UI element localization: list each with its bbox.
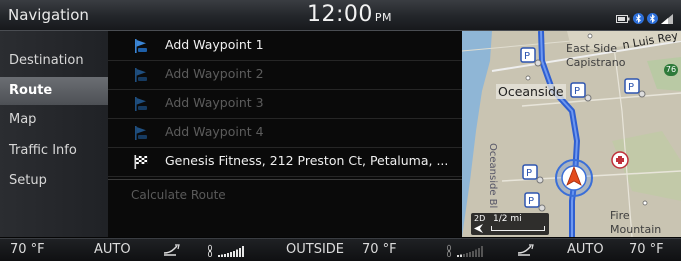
waypoint-flag-icon (133, 38, 149, 54)
route-shield-76: 76 (664, 64, 678, 76)
waypoint-label: Add Waypoint 2 (165, 66, 264, 81)
menu-item-map[interactable]: Map (0, 106, 108, 134)
clock-time: 12:00 (307, 2, 373, 27)
driver-auto-mode[interactable]: AUTO (94, 242, 131, 257)
fan-icon (207, 244, 213, 258)
svg-text:P: P (526, 168, 532, 179)
fan-speed-left[interactable] (205, 244, 253, 261)
outside-temperature: 70 °F (362, 242, 397, 257)
vehicle-position-icon (555, 159, 593, 197)
passenger-auto-mode[interactable]: AUTO (567, 242, 604, 257)
passenger-temperature[interactable]: 70 °F (629, 242, 664, 257)
divider (108, 179, 462, 180)
waypoint-flag-icon (133, 96, 149, 112)
driver-temperature[interactable]: 70 °F (10, 242, 45, 257)
map-label-area: Capistrano (566, 56, 626, 69)
airflow-direction-icon[interactable] (162, 244, 182, 260)
map-scale-bar (491, 226, 545, 231)
outside-label: OUTSIDE (286, 242, 344, 257)
svg-text:P: P (524, 51, 530, 62)
destination-row[interactable]: Genesis Fitness, 212 Preston Ct, Petalum… (108, 147, 462, 177)
svg-text:P: P (574, 86, 580, 97)
hospital-poi-icon (611, 151, 629, 169)
signal-icon (661, 9, 673, 28)
clock-ampm: PM (374, 11, 393, 24)
map-label-city: Oceanside (496, 84, 566, 99)
menu-item-setup[interactable]: Setup (0, 167, 108, 195)
map-label-area: Fire (610, 209, 630, 222)
map-scale[interactable]: 2D 1/2 mi (471, 213, 549, 235)
screen-title: Navigation (8, 6, 89, 24)
route-list: Add Waypoint 1 Add Waypoint 2 Add Waypoi… (108, 31, 462, 237)
checkered-flag-icon (133, 154, 149, 170)
map-scale-distance: 1/2 mi (493, 214, 522, 224)
fan-speed-right[interactable] (444, 244, 492, 261)
status-bar: Navigation 12:00 PM (0, 0, 681, 31)
battery-icon (616, 9, 630, 28)
map-label-street: Oceanside Bl (487, 143, 498, 209)
menu-item-traffic-info[interactable]: Traffic Info (0, 137, 108, 165)
waypoint-row-2: Add Waypoint 2 (108, 60, 462, 90)
fan-icon (446, 244, 452, 258)
waypoint-row-3: Add Waypoint 3 (108, 89, 462, 119)
map-mode-label: 2D (474, 214, 486, 223)
calculate-route-button[interactable]: Calculate Route (131, 188, 226, 202)
climate-bar: 70 °F AUTO OUTSIDE 70 °F AUTO 70 °F (0, 238, 681, 261)
bluetooth-icon (633, 9, 644, 28)
fan-level-bars (218, 246, 244, 257)
head-unit-screen: Navigation 12:00 PM Destination Route Map… (0, 0, 681, 261)
clock: 12:00 PM (307, 2, 392, 27)
waypoint-row-4: Add Waypoint 4 (108, 118, 462, 148)
waypoint-flag-icon (133, 125, 149, 141)
waypoint-label: Add Waypoint 3 (165, 95, 264, 110)
waypoint-label: Add Waypoint 4 (165, 124, 264, 139)
svg-text:P: P (628, 82, 634, 93)
menu-item-route[interactable]: Route (0, 77, 108, 105)
menu-item-destination[interactable]: Destination (0, 47, 108, 75)
destination-label: Genesis Fitness, 212 Preston Ct, Petalum… (165, 153, 449, 168)
side-menu: Destination Route Map Traffic Info Setup (0, 31, 108, 237)
airflow-direction-icon[interactable] (516, 244, 536, 260)
fan-level-bars (457, 246, 483, 257)
waypoint-flag-icon (133, 67, 149, 83)
map-view[interactable]: P P P P P n Luis Rey R East Side Capistr… (462, 31, 681, 237)
svg-text:P: P (528, 196, 534, 207)
map-label-area: East Side (566, 42, 618, 55)
bluetooth-audio-icon (647, 9, 658, 28)
waypoint-label: Add Waypoint 1 (165, 37, 264, 52)
status-icons (616, 9, 673, 28)
waypoint-row-1[interactable]: Add Waypoint 1 (108, 31, 462, 61)
map-label-area: Mountain (610, 223, 662, 236)
